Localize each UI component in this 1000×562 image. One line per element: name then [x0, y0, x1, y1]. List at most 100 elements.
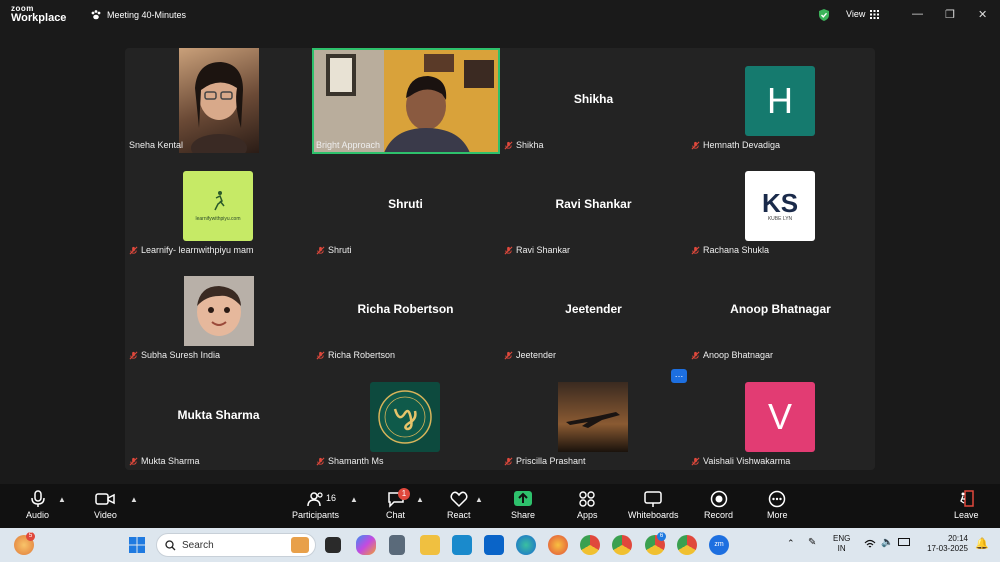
participant-tile[interactable]: Sneha Kental — [125, 48, 312, 153]
participant-label: Richa Robertson — [316, 350, 395, 360]
chrome-icon[interactable] — [580, 535, 600, 555]
participant-tile[interactable]: Shikha Shikha — [500, 48, 687, 153]
zoom-taskbar-icon[interactable]: zm — [709, 535, 729, 555]
participant-label: Shruti — [316, 245, 352, 255]
participant-tile[interactable]: Subha Suresh India — [125, 258, 312, 363]
participant-tile[interactable]: KS KUBE LYN Rachana Shukla — [687, 153, 874, 258]
os-taskbar: 5 Search 6 zm ⌃ ✎ ENG IN 🔈 20:14 17-03-2… — [0, 528, 1000, 562]
participant-video — [179, 48, 259, 153]
participants-options-caret[interactable]: ▲ — [350, 495, 358, 504]
whiteboards-label: Whiteboards — [628, 510, 679, 520]
volume-icon[interactable]: 🔈 — [881, 537, 893, 548]
chat-label: Chat — [386, 510, 406, 520]
notifications-icon[interactable]: 🔔 — [975, 537, 989, 550]
clock[interactable]: 20:14 17-03-2025 — [918, 534, 968, 553]
close-icon[interactable]: ✕ — [978, 8, 987, 21]
person-silhouette — [191, 62, 247, 153]
whiteboards-button[interactable]: Whiteboards — [628, 490, 679, 520]
calculator-icon[interactable] — [389, 535, 405, 555]
windows-start-icon[interactable] — [128, 536, 146, 554]
participant-name: Richa Robertson — [328, 350, 396, 360]
mic-off-icon — [129, 351, 138, 359]
language-indicator[interactable]: ENG IN — [833, 534, 850, 553]
logo-text: learnifywithpiyu.com — [195, 216, 241, 222]
participant-display-name: Ravi Shankar — [555, 197, 632, 211]
mic-off-icon — [691, 457, 700, 465]
secure-shield-icon[interactable] — [817, 8, 831, 22]
chrome-profile-icon[interactable] — [677, 535, 697, 555]
audio-button[interactable]: Audio — [26, 490, 49, 520]
participant-tile[interactable]: H Hemnath Devadiga — [687, 48, 874, 153]
participant-tile[interactable]: Anoop Bhatnagar Anoop Bhatnagar — [687, 258, 874, 363]
participant-tile[interactable]: Jeetender Jeetender — [500, 258, 687, 363]
leave-label: Leave — [954, 510, 979, 520]
firefox-icon[interactable] — [548, 535, 568, 555]
participants-label: Participants — [292, 510, 340, 520]
participant-tile[interactable]: Priscilla Prashant — [500, 364, 687, 469]
participant-name: Jeetender — [516, 350, 557, 360]
monitor-app-icon[interactable] — [452, 535, 472, 555]
mic-off-icon — [691, 351, 700, 359]
participant-tile[interactable]: Ravi Shankar Ravi Shankar — [500, 153, 687, 258]
taskbar-search[interactable]: Search — [156, 533, 316, 557]
microphone-icon — [30, 490, 45, 507]
video-button[interactable]: Video — [94, 490, 117, 520]
widget-badge: 5 — [26, 532, 35, 541]
participant-name: Shamanth Ms — [328, 456, 384, 466]
participant-label: Anoop Bhatnagar — [691, 350, 773, 360]
file-explorer-icon[interactable] — [420, 535, 440, 555]
participant-name: Rachana Shukla — [703, 245, 770, 255]
participant-avatar: V — [745, 382, 815, 452]
show-hidden-icons[interactable]: ⌃ — [787, 538, 795, 549]
mic-off-icon — [129, 246, 138, 254]
meeting-info[interactable]: Meeting 40-Minutes — [90, 9, 186, 21]
more-button[interactable]: More — [767, 490, 788, 520]
react-button[interactable]: React — [447, 490, 471, 520]
audio-options-caret[interactable]: ▲ — [58, 495, 66, 504]
mic-off-icon — [129, 457, 138, 465]
participant-tile[interactable]: Mukta Sharma Mukta Sharma — [125, 364, 312, 469]
chat-options-caret[interactable]: ▲ — [416, 495, 424, 504]
participant-name: Anoop Bhatnagar — [703, 350, 774, 360]
restore-icon[interactable]: ❐ — [945, 8, 955, 21]
minimize-icon[interactable]: — — [912, 8, 923, 20]
video-options-caret[interactable]: ▲ — [130, 495, 138, 504]
active-speaker-border — [312, 48, 500, 154]
copilot-icon[interactable] — [356, 535, 376, 555]
logo-bottom-text: Workplace — [11, 12, 67, 24]
participant-label: Vaishali Vishwakarma — [691, 456, 790, 466]
chat-unread-badge: 1 — [398, 488, 410, 500]
share-label: Share — [511, 510, 536, 520]
leave-button[interactable]: Leave — [954, 490, 979, 520]
participant-name: Learnify- learnwithpiyu mam — [141, 245, 254, 255]
mic-off-icon — [691, 246, 700, 254]
participant-tile[interactable]: Shamanth Ms — [312, 364, 499, 469]
logo-subtext: KUBE LYN — [767, 216, 793, 222]
participant-tile[interactable]: V Vaishali Vishwakarma — [687, 364, 874, 469]
task-view-icon[interactable] — [325, 537, 341, 553]
leave-door-icon — [960, 490, 975, 507]
participant-tile[interactable]: learnifywithpiyu.com Learnify- learnwith… — [125, 153, 312, 258]
meeting-toolbar: Audio ▲ Video ▲ Participants 16 ▲ Chat 1… — [0, 484, 1000, 528]
pen-icon[interactable]: ✎ — [808, 537, 816, 548]
more-dots-icon — [769, 490, 786, 508]
wifi-icon[interactable] — [864, 539, 876, 549]
battery-icon[interactable] — [898, 538, 910, 546]
apps-label: Apps — [577, 510, 598, 520]
more-options-button[interactable]: … — [671, 369, 687, 383]
outlook-icon[interactable] — [484, 535, 504, 555]
clock-time: 20:14 — [947, 534, 968, 543]
chrome-profile-icon[interactable] — [612, 535, 632, 555]
participant-label: Learnify- learnwithpiyu mam — [129, 245, 254, 255]
app-badge: 6 — [657, 532, 666, 541]
participant-tile[interactable]: Richa Robertson Richa Robertson — [312, 258, 499, 363]
participant-tile[interactable]: Shruti Shruti — [312, 153, 499, 258]
share-button[interactable]: Share — [511, 490, 535, 520]
edge-icon[interactable] — [516, 535, 536, 555]
apps-button[interactable]: Apps — [577, 490, 598, 520]
mic-off-icon — [691, 141, 700, 149]
record-button[interactable]: Record — [704, 490, 733, 520]
react-options-caret[interactable]: ▲ — [475, 495, 483, 504]
clock-date: 17-03-2025 — [927, 543, 968, 553]
view-button[interactable]: View — [846, 9, 880, 19]
